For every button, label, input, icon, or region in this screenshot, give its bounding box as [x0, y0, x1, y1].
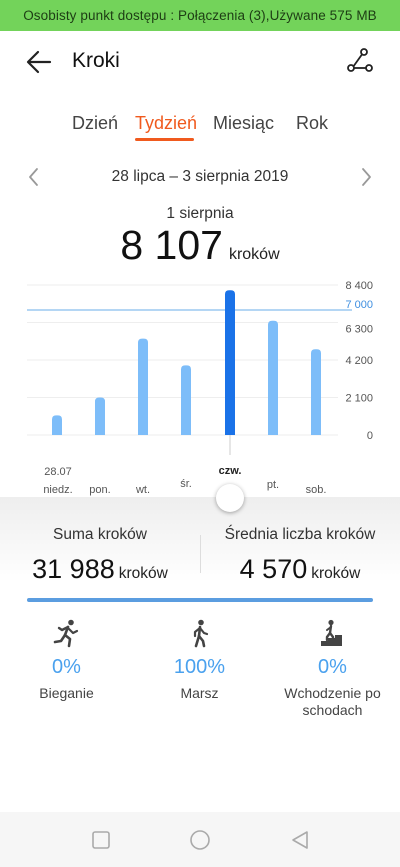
chart-bar [138, 338, 148, 435]
triangle-back-icon[interactable] [289, 829, 311, 851]
date-navigator: 28 lipca – 3 sierpnia 2019 [0, 164, 400, 190]
chart-x-label: niedz. [43, 484, 72, 496]
walking-icon [193, 619, 208, 648]
chart-bar [311, 349, 321, 435]
chart-y-tick: 0 [367, 430, 373, 442]
steps-sum: Suma kroków 31 988 kroków [0, 526, 200, 585]
chart-bar [95, 397, 105, 435]
status-bar: Osobisty punkt dostępu : Połączenia (3),… [0, 0, 400, 31]
chart-x-label: pt. [267, 479, 279, 491]
activity-stairs: 0% Wchodzenie po schodach [266, 618, 399, 719]
selected-steps: 8 107 kroków [0, 222, 400, 269]
chart-goal-label: 7 000 [345, 299, 373, 311]
steps-sum-unit: kroków [118, 565, 168, 582]
chart-bar [52, 415, 62, 435]
chart-bar [225, 290, 235, 435]
circle-icon[interactable] [189, 829, 211, 851]
steps-sum-value: 31 988 [32, 554, 115, 584]
steps-average-value: 4 570 [239, 554, 308, 584]
chart-date-label: 28.07 [44, 466, 72, 478]
chart-y-tick: 6 300 [345, 324, 373, 336]
tab-month[interactable]: Miesiąc [213, 113, 274, 134]
square-icon[interactable] [90, 829, 112, 851]
system-nav-bar [0, 812, 400, 867]
steps-bar-chart[interactable]: 8 400 6 300 4 200 2 100 0 7 000 niedz. pon. wt. ś… [0, 275, 400, 505]
date-range: 28 lipca – 3 sierpnia 2019 [111, 168, 289, 185]
activity-walking: 100% Marsz [133, 618, 266, 702]
share-icon[interactable] [346, 47, 374, 75]
tab-week[interactable]: Tydzień [135, 113, 197, 134]
chart-y-tick: 8 400 [345, 280, 373, 292]
status-bar-text: Osobisty punkt dostępu : Połączenia (3),… [23, 8, 377, 23]
chart-x-label: czw. [219, 465, 242, 477]
stairs-label: Wchodzenie po schodach [284, 685, 381, 718]
active-tab-indicator [135, 138, 194, 141]
running-percent: 0% [52, 656, 81, 678]
steps-sum-label: Suma kroków [53, 526, 147, 543]
selected-day: 1 sierpnia [166, 205, 234, 222]
tab-year[interactable]: Rok [296, 113, 328, 134]
chart-x-label: wt. [135, 484, 150, 496]
running-label: Bieganie [39, 685, 94, 701]
selected-steps-unit: kroków [228, 246, 280, 263]
walking-percent: 100% [173, 656, 226, 678]
page-title: Kroki [72, 49, 120, 72]
chart-bar [181, 365, 191, 435]
activity-progress-bar [27, 598, 373, 602]
chart-y-tick: 4 200 [345, 355, 373, 367]
chart-bar [268, 320, 278, 435]
period-tabs: Dzień Tydzień Miesiąc Rok [0, 108, 400, 148]
activity-running: 0% Bieganie [0, 618, 133, 702]
stairs-percent: 0% [318, 656, 347, 678]
tab-day[interactable]: Dzień [72, 113, 118, 134]
stairs-icon [320, 619, 342, 646]
steps-average-label: Średnia liczba kroków [224, 526, 376, 543]
steps-average: Średnia liczba kroków 4 570 kroków [200, 526, 400, 585]
steps-average-unit: kroków [311, 565, 361, 582]
chart-scrub-handle[interactable] [216, 484, 244, 512]
chart-x-label: pon. [89, 484, 110, 496]
app-bar: Kroki [0, 31, 400, 91]
arrow-left-icon[interactable] [24, 47, 54, 77]
chart-y-tick: 2 100 [345, 393, 373, 405]
chevron-right-icon[interactable] [356, 166, 376, 188]
walking-label: Marsz [180, 685, 219, 701]
chart-x-label: śr. [180, 478, 192, 490]
selected-steps-value: 8 107 [120, 222, 223, 268]
running-icon [53, 619, 78, 648]
chart-x-label: sob. [306, 484, 327, 496]
